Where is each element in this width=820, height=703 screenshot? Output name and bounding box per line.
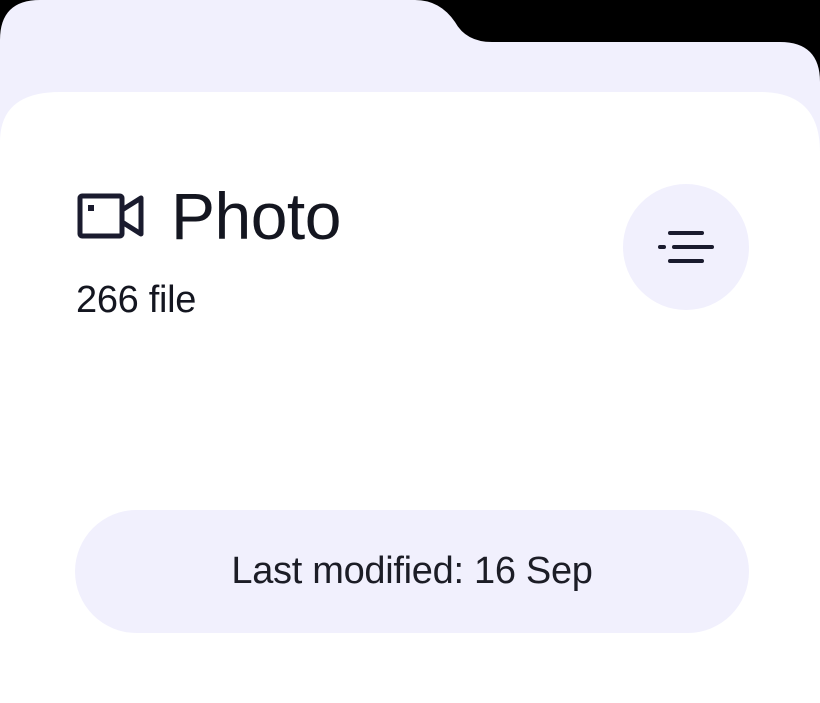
filter-lines-icon — [658, 231, 714, 263]
folder-header: Photo — [77, 176, 341, 256]
last-modified-text: Last modified: 16 Sep — [231, 550, 593, 592]
folder-title: Photo — [171, 179, 341, 253]
file-count: 266 file — [76, 279, 197, 321]
video-camera-icon — [77, 193, 144, 239]
folder-card-stage: Photo 266 file Last modified: 16 Sep — [0, 0, 820, 703]
filter-menu-button[interactable] — [623, 184, 749, 310]
last-modified-pill: Last modified: 16 Sep — [75, 510, 749, 633]
